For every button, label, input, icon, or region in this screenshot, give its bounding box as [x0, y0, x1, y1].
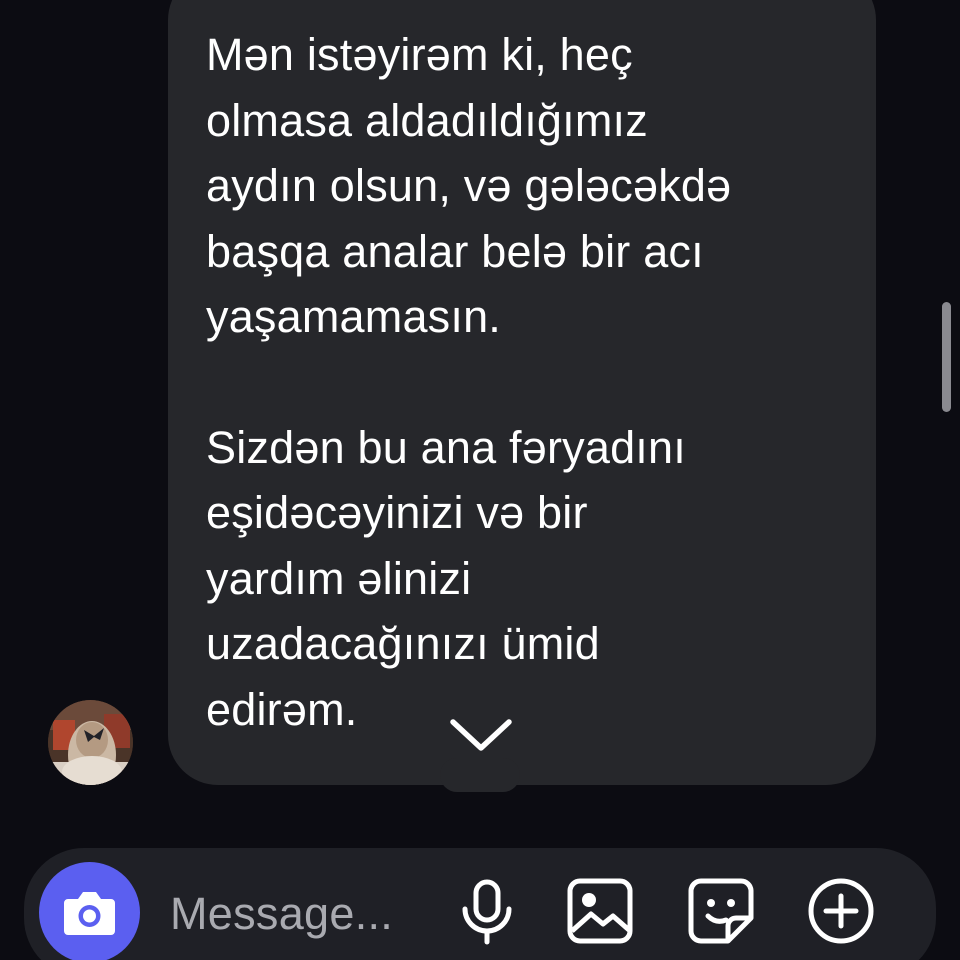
message-line: yaşamamasın.	[206, 291, 502, 342]
message-line: aydın olsun, və gələcəkdə	[206, 160, 732, 211]
add-button[interactable]	[806, 876, 876, 946]
scroll-down-pill[interactable]	[440, 758, 520, 792]
chevron-down-icon[interactable]	[449, 712, 513, 756]
camera-icon	[64, 892, 115, 935]
message-line: edirəm.	[206, 683, 358, 735]
message-line: Sizdən bu ana fəryadını	[206, 421, 686, 473]
scrollbar-thumb[interactable]	[942, 302, 951, 412]
camera-button[interactable]	[39, 862, 140, 960]
gallery-button[interactable]	[565, 876, 635, 946]
message-paragraph-1: Mən istəyirəm ki, heç olmasa aldadıldığı…	[206, 22, 856, 350]
chat-screen: Mən istəyirəm ki, heç olmasa aldadıldığı…	[0, 0, 960, 960]
message-text: Mən istəyirəm ki, heç olmasa aldadıldığı…	[206, 22, 856, 742]
gallery-icon	[567, 878, 633, 944]
message-line: eşidəcəyinizi və bir	[206, 487, 588, 538]
message-line: yardım əlinizi	[206, 552, 472, 604]
message-paragraph-2: Sizdən bu ana fəryadını eşidəcəyinizi və…	[206, 415, 856, 743]
message-input[interactable]: Message...	[170, 886, 393, 941]
sticker-icon	[688, 878, 754, 944]
microphone-icon	[462, 879, 512, 945]
plus-circle-icon	[808, 878, 874, 944]
avatar[interactable]	[48, 700, 133, 785]
sticker-button[interactable]	[686, 876, 756, 946]
message-line: uzadacağınızı ümid	[206, 618, 600, 669]
message-line: başqa analar belə bir acı	[206, 225, 704, 277]
avatar-photo	[48, 700, 133, 785]
message-line: Mən istəyirəm ki, heç	[206, 29, 633, 80]
microphone-button[interactable]	[452, 876, 522, 946]
message-line: olmasa aldadıldığımız	[206, 94, 648, 146]
